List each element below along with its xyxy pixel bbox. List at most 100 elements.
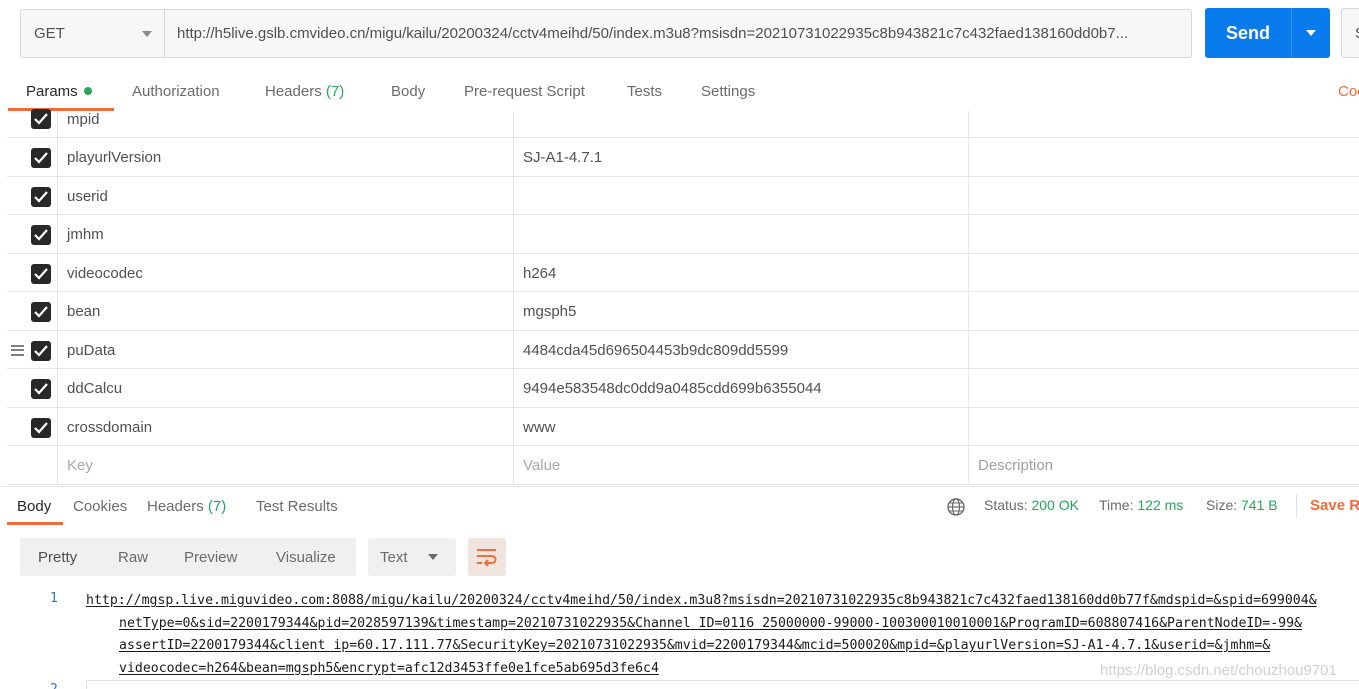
response-link[interactable]: netType=0&sid=2200179344&pid=2028597139&… [86,613,1359,636]
method-select[interactable]: GET [20,9,164,58]
request-tabs: Params Authorization Headers (7) Body Pr… [0,72,1359,112]
param-checkbox[interactable] [31,109,51,129]
value-cell[interactable]: SJ-A1-4.7.1 [513,138,969,176]
param-row: jmhm [7,215,1359,254]
params-active-dot [83,87,92,96]
new-description-input[interactable]: Description [978,457,1053,474]
param-checkbox[interactable] [31,379,51,399]
value-cell[interactable]: 9494e583548dc0dd9a0485cdd699b6355044 [513,369,969,407]
tab-test-results[interactable]: Test Results [256,498,338,515]
checkbox-cell [7,253,58,291]
new-value-input[interactable]: Value [523,457,560,474]
value-cell[interactable] [513,111,969,137]
divider [1296,494,1297,518]
param-checkbox[interactable] [31,225,51,245]
param-key[interactable]: crossdomain [67,419,152,436]
format-tabs: Pretty Raw Preview Visualize [20,538,356,576]
method-label: GET [34,25,65,42]
tab-params[interactable]: Params [26,83,92,100]
value-cell[interactable]: h264 [513,253,969,291]
response-link[interactable]: assertID=2200179344&client_ip=60.17.111.… [86,635,1359,658]
param-row: mpid [7,109,1359,138]
line-number: 1 [50,591,58,606]
param-key[interactable]: userid [67,188,108,205]
format-visualize[interactable]: Visualize [276,549,336,566]
param-key[interactable]: jmhm [67,226,104,243]
param-key[interactable]: videocodec [67,265,143,282]
param-checkbox[interactable] [31,340,51,361]
param-value[interactable]: 4484cda45d696504453b9dc809dd5599 [523,342,788,359]
param-key[interactable]: mpid [67,111,100,128]
send-options-dropdown[interactable] [1292,8,1330,58]
param-checkbox[interactable] [31,263,51,284]
size-label: Size: [1206,497,1238,513]
send-button[interactable]: Send [1205,8,1330,58]
size-indicator[interactable]: Size: 741 B [1206,497,1278,513]
param-row: playurlVersion SJ-A1-4.7.1 [7,138,1359,177]
params-table: mpid playurlVersion SJ-A1-4.7.1 userid j… [7,109,1359,485]
checkmark-icon [34,190,48,203]
status-indicator[interactable]: Status: 200 OK [984,497,1079,513]
value-cell[interactable]: www [513,407,969,445]
format-pretty[interactable]: Pretty [38,549,77,566]
checkmark-icon [34,229,48,241]
tab-settings[interactable]: Settings [701,83,755,100]
checkmark-icon [34,306,48,318]
param-value[interactable]: www [523,419,556,436]
tab-response-headers[interactable]: Headers (7) [147,498,226,515]
value-cell[interactable]: Value [513,446,969,484]
tab-response-cookies[interactable]: Cookies [73,498,127,515]
tab-tests[interactable]: Tests [627,83,662,100]
language-select[interactable]: Text [368,538,456,576]
param-checkbox[interactable] [31,148,51,168]
checkbox-cell [7,215,58,253]
param-row: userid [7,176,1359,215]
tab-response-headers-label: Headers [147,498,204,515]
param-checkbox[interactable] [31,302,51,322]
time-value: 122 ms [1137,497,1184,513]
checkbox-cell [7,446,58,484]
tab-authorization[interactable]: Authorization [132,83,220,100]
checkmark-icon [34,152,48,164]
value-cell[interactable] [513,215,969,253]
format-preview[interactable]: Preview [184,549,237,566]
new-key-input[interactable]: Key [67,457,93,474]
param-checkbox[interactable] [31,186,51,207]
tab-body[interactable]: Body [391,83,425,100]
cookies-link[interactable]: Coo [1338,83,1359,100]
param-value[interactable]: mgsph5 [523,303,576,320]
tab-headers[interactable]: Headers (7) [265,83,344,100]
checkbox-cell [7,176,58,214]
tab-response-headers-count: (7) [207,498,227,515]
param-key[interactable]: bean [67,303,100,320]
save-response-button[interactable]: Save Re [1310,497,1359,514]
checkbox-cell [7,407,58,445]
chevron-down-icon [1306,30,1316,36]
param-key[interactable]: ddCalcu [67,380,122,397]
param-key[interactable]: playurlVersion [67,149,161,166]
wrap-lines-button[interactable] [468,538,506,576]
param-value[interactable]: SJ-A1-4.7.1 [523,149,602,166]
param-value[interactable]: 9494e583548dc0dd9a0485cdd699b6355044 [523,380,822,397]
active-response-tab-indicator [7,522,63,525]
param-row: videocodec h264 [7,253,1359,292]
param-key[interactable]: puData [67,342,115,359]
value-cell[interactable]: 4484cda45d696504453b9dc809dd5599 [513,330,969,368]
wrap-lines-icon [477,549,497,567]
tab-prerequest-script[interactable]: Pre-request Script [464,83,585,100]
value-cell[interactable] [513,176,969,214]
param-value[interactable]: h264 [523,265,556,282]
globe-icon[interactable] [946,497,966,517]
line-number: 2 [50,682,58,689]
checkmark-icon [34,113,48,125]
param-checkbox[interactable] [31,417,51,438]
value-cell[interactable]: mgsph5 [513,292,969,330]
save-button[interactable]: S [1341,8,1359,58]
response-link[interactable]: http://mgsp.live.miguvideo.com:8088/migu… [86,590,1359,613]
format-raw[interactable]: Raw [118,549,148,566]
new-param-row: Key Value Description [7,446,1359,485]
request-bar: GET http://h5live.gslb.cmvideo.cn/migu/k… [20,9,1192,58]
url-input[interactable]: http://h5live.gslb.cmvideo.cn/migu/kailu… [164,9,1192,58]
time-indicator[interactable]: Time: 122 ms [1099,497,1183,513]
tab-response-body[interactable]: Body [17,498,51,515]
